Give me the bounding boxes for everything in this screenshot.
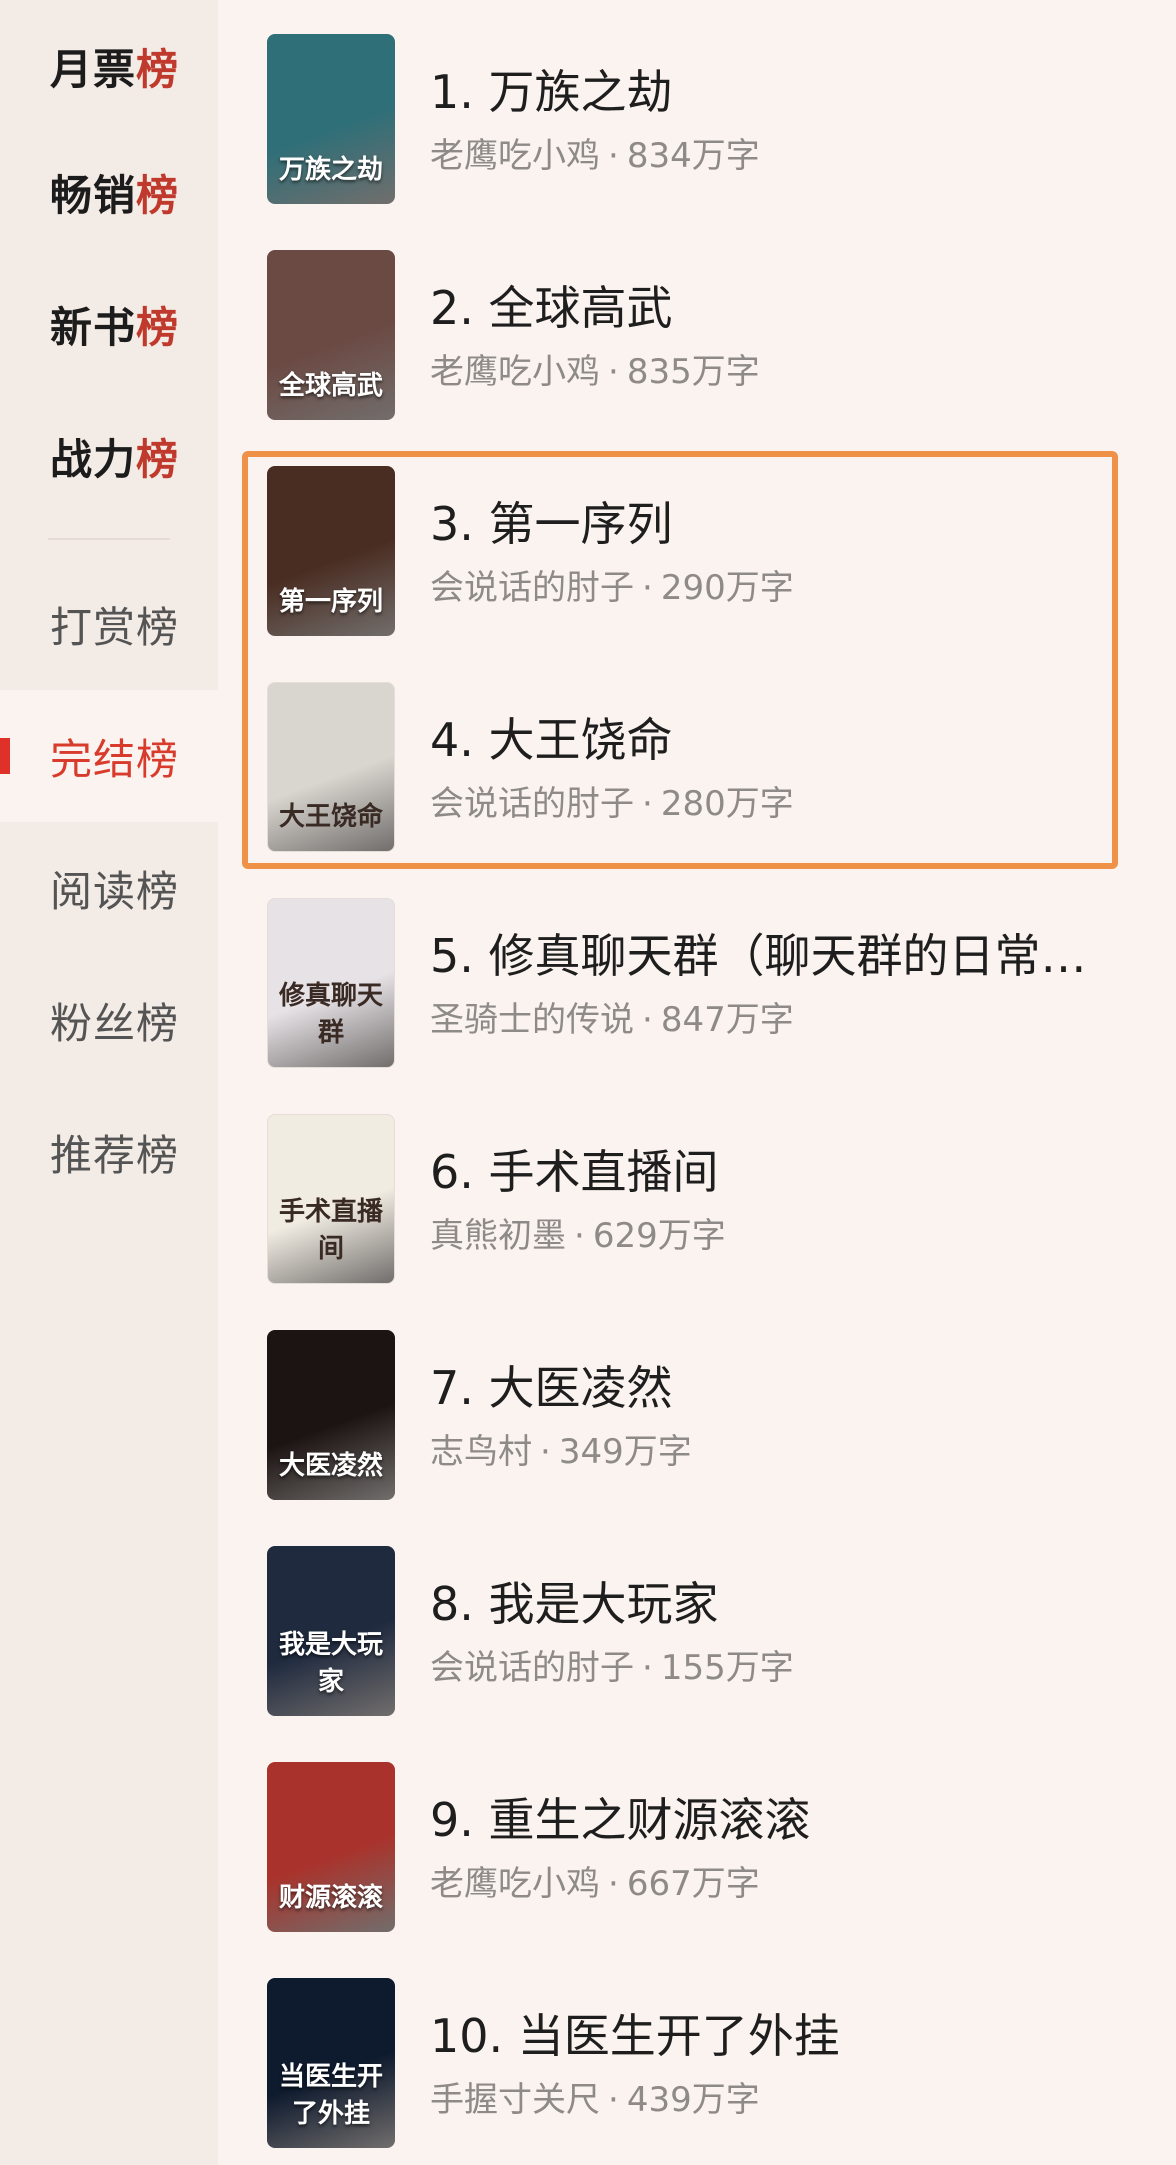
book-word-count: 835万字 xyxy=(626,352,760,392)
book-item[interactable]: 全球高武 2. 全球高武老鹰吃小鸡 · 835万字 xyxy=(218,216,1176,432)
book-cover[interactable]: 我是大玩家 xyxy=(267,1546,395,1716)
book-cover[interactable]: 全球高武 xyxy=(267,250,395,420)
book-meta: 真熊初墨 · 629万字 xyxy=(430,1208,726,1257)
meta-separator: · xyxy=(608,352,619,392)
book-word-count: 834万字 xyxy=(626,136,760,176)
book-word-count: 847万字 xyxy=(660,1000,794,1040)
book-cover[interactable]: 修真聊天群 xyxy=(267,898,395,1068)
sidebar-item-label: 畅销 xyxy=(50,170,137,220)
book-author: 手握寸关尺 xyxy=(430,2080,600,2120)
book-cover[interactable]: 大医凌然 xyxy=(267,1330,395,1500)
book-cover[interactable]: 财源滚滚 xyxy=(267,1762,395,1932)
sidebar-item-label: 完结榜 xyxy=(50,734,180,784)
book-item[interactable]: 当医生开了外挂 10. 当医生开了外挂手握寸关尺 · 439万字 xyxy=(218,1944,1176,2160)
sidebar-item-3[interactable]: 新书榜 xyxy=(0,258,218,390)
active-indicator xyxy=(0,738,10,774)
meta-separator: · xyxy=(642,784,653,824)
book-meta: 会说话的肘子 · 280万字 xyxy=(430,776,794,825)
sidebar-item-label: 粉丝榜 xyxy=(50,998,180,1048)
book-meta: 会说话的肘子 · 155万字 xyxy=(430,1640,794,1689)
meta-separator: · xyxy=(574,1216,585,1256)
sidebar-item-1[interactable]: 月票榜 xyxy=(0,0,218,132)
book-title[interactable]: 2. 全球高武 xyxy=(430,272,1150,338)
sidebar-item-suffix: 榜 xyxy=(136,170,180,220)
book-author: 会说话的肘子 xyxy=(430,1648,634,1688)
book-title[interactable]: 3. 第一序列 xyxy=(430,488,1150,554)
book-word-count: 667万字 xyxy=(626,1864,760,1904)
meta-separator: · xyxy=(608,1864,619,1904)
book-word-count: 290万字 xyxy=(660,568,794,608)
sidebar-item-suffix: 榜 xyxy=(136,302,180,352)
sidebar-item-suffix: 榜 xyxy=(136,434,180,484)
book-author: 老鹰吃小鸡 xyxy=(430,136,600,176)
sidebar-item-7[interactable]: 阅读榜 xyxy=(0,822,218,954)
sidebar-item-6[interactable]: 完结榜 xyxy=(0,690,218,822)
book-meta: 圣骑士的传说 · 847万字 xyxy=(430,992,794,1041)
book-author: 真熊初墨 xyxy=(430,1216,566,1256)
book-ranking-list: 万族之劫 1. 万族之劫 老鹰吃小鸡 · 834万字 全球高武 2. 全球高武 老鹰吃小鸡 · 8… xyxy=(218,0,1176,2165)
meta-separator: · xyxy=(642,1648,653,1688)
book-author: 老鹰吃小鸡 xyxy=(430,352,600,392)
sidebar-item-8[interactable]: 粉丝榜 xyxy=(0,954,218,1086)
book-item[interactable]: 大王饶命 4. 大王饶命会说话的肘子 · 280万字 xyxy=(218,648,1176,864)
book-title[interactable]: 4. 大王饶命 xyxy=(430,704,1150,770)
book-meta: 老鹰吃小鸡 · 835万字 xyxy=(430,344,760,393)
book-cover[interactable]: 第一序列 xyxy=(267,466,395,636)
book-title[interactable]: 1. 万族之劫 xyxy=(430,56,1150,122)
book-meta: 志鸟村 · 349万字 xyxy=(430,1424,692,1473)
book-word-count: 349万字 xyxy=(558,1432,692,1472)
book-word-count: 629万字 xyxy=(592,1216,726,1256)
book-item[interactable]: 第一序列 3. 第一序列会说话的肘子 · 290万字 xyxy=(218,432,1176,648)
book-title[interactable]: 10. 当医生开了外挂 xyxy=(430,2000,1150,2066)
sidebar-item-label: 推荐榜 xyxy=(50,1130,180,1180)
meta-separator: · xyxy=(540,1432,551,1472)
book-cover[interactable]: 万族之劫 xyxy=(267,34,395,204)
book-title[interactable]: 6. 手术直播间 xyxy=(430,1136,1150,1202)
book-title[interactable]: 8. 我是大玩家 xyxy=(430,1568,1150,1634)
book-item[interactable]: 大医凌然 7. 大医凌然志鸟村 · 349万字 xyxy=(218,1296,1176,1512)
sidebar-item-2[interactable]: 畅销榜 xyxy=(0,126,218,258)
book-word-count: 155万字 xyxy=(660,1648,794,1688)
book-item[interactable]: 万族之劫 1. 万族之劫老鹰吃小鸡 · 834万字 xyxy=(218,0,1176,216)
sidebar-divider xyxy=(48,538,170,540)
sidebar-item-label: 战力 xyxy=(50,434,137,484)
sidebar-item-label: 新书 xyxy=(50,302,137,352)
meta-separator: · xyxy=(642,1000,653,1040)
book-word-count: 280万字 xyxy=(660,784,794,824)
book-item[interactable]: 修真聊天群 5. 修真聊天群（聊天群的日常… 圣骑士的传说 · 847万字 xyxy=(218,864,1176,1080)
book-cover[interactable]: 当医生开了外挂 xyxy=(267,1978,395,2148)
meta-separator: · xyxy=(608,2080,619,2120)
book-item[interactable]: 手术直播间 6. 手术直播间真熊初墨 · 629万字 xyxy=(218,1080,1176,1296)
book-author: 会说话的肘子 xyxy=(430,784,634,824)
book-meta: 会说话的肘子 · 290万字 xyxy=(430,560,794,609)
sidebar-item-4[interactable]: 战力榜 xyxy=(0,390,218,522)
book-item[interactable]: 财源滚滚 9. 重生之财源滚滚老鹰吃小鸡 · 667万字 xyxy=(218,1728,1176,1944)
book-word-count: 439万字 xyxy=(626,2080,760,2120)
book-cover[interactable]: 手术直播间 xyxy=(267,1114,395,1284)
book-title[interactable]: 9. 重生之财源滚滚 xyxy=(430,1784,1150,1850)
book-author: 会说话的肘子 xyxy=(430,568,634,608)
sidebar-item-5[interactable]: 打赏榜 xyxy=(0,558,218,690)
sidebar-item-suffix: 榜 xyxy=(136,44,180,94)
sidebar-item-9[interactable]: 推荐榜 xyxy=(0,1086,218,1218)
meta-separator: · xyxy=(608,136,619,176)
book-author: 志鸟村 xyxy=(430,1432,532,1472)
sidebar-item-label: 打赏榜 xyxy=(50,602,180,652)
book-item[interactable]: 我是大玩家 8. 我是大玩家会说话的肘子 · 155万字 xyxy=(218,1512,1176,1728)
meta-separator: · xyxy=(642,568,653,608)
book-meta: 手握寸关尺 · 439万字 xyxy=(430,2072,760,2121)
ranking-sidebar: 月票榜畅销榜新书榜战力榜打赏榜 完结榜 阅读榜 粉丝榜 推荐榜 xyxy=(0,0,218,2165)
book-author: 圣骑士的传说 xyxy=(430,1000,634,1040)
book-title[interactable]: 5. 修真聊天群（聊天群的日常… xyxy=(430,920,1150,986)
sidebar-item-label: 月票 xyxy=(50,44,137,94)
sidebar-item-label: 阅读榜 xyxy=(50,866,180,916)
book-title[interactable]: 7. 大医凌然 xyxy=(430,1352,1150,1418)
book-author: 老鹰吃小鸡 xyxy=(430,1864,600,1904)
book-meta: 老鹰吃小鸡 · 834万字 xyxy=(430,128,760,177)
book-cover[interactable]: 大王饶命 xyxy=(267,682,395,852)
book-meta: 老鹰吃小鸡 · 667万字 xyxy=(430,1856,760,1905)
